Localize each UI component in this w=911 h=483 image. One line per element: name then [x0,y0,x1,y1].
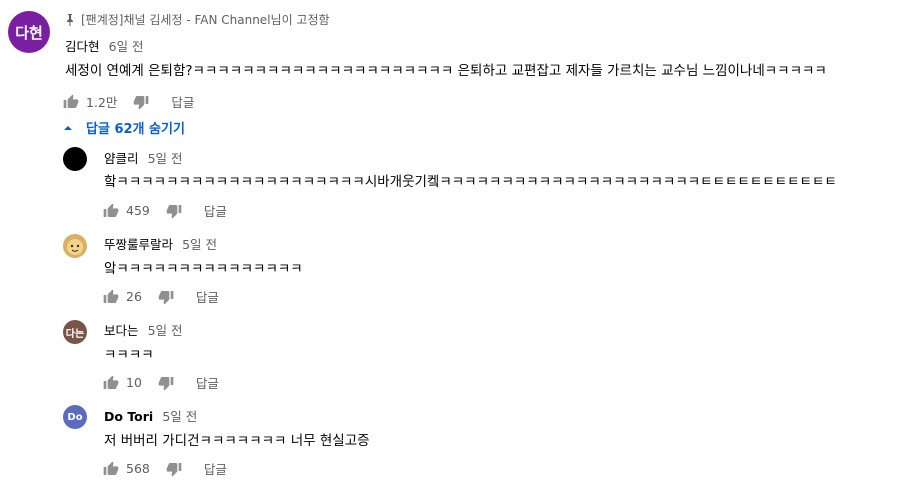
reply-button[interactable]: 답글 [204,459,227,478]
like-icon[interactable] [63,94,79,110]
reply-avatar[interactable]: 다는 [63,320,87,344]
dislike-icon[interactable] [158,375,174,391]
reply-button[interactable]: 답글 [196,287,219,306]
reply-avatar[interactable] [63,147,87,171]
reply-header: 얌클리 5일 전 [104,148,183,167]
reply-author[interactable]: Do Tori [104,409,153,424]
reply-actions: 568 답글 [103,459,227,478]
reply-button[interactable]: 답글 [196,373,219,392]
reply-header: 뚜짱룰루랄라 5일 전 [104,234,217,253]
reply-header: Do Tori 5일 전 [104,406,197,425]
reply-avatar[interactable]: Do [63,405,87,429]
reply-author[interactable]: 보다는 [104,323,139,338]
comment-actions: 1.2만 답글 [63,92,194,111]
like-icon[interactable] [103,203,119,219]
reply-text: ㅋㅋㅋㅋ [104,347,154,363]
reply-button[interactable]: 답글 [171,92,194,111]
comment-time[interactable]: 6일 전 [109,39,144,54]
reply-header: 보다는 5일 전 [104,320,183,339]
like-icon[interactable] [103,375,119,391]
comment-header: 김다현 6일 전 [65,36,144,55]
reply-text: 핰ㅋㅋㅋㅋㅋㅋㅋㅋㅋㅋㅋㅋㅋㅋㅋㅋㅋㅋㅋㅋ시바개웃기켘ㅋㅋㅋㅋㅋㅋㅋㅋㅋㅋㅋㅋㅋ… [104,174,837,190]
reply-actions: 459 답글 [103,201,227,220]
cartoon-face-icon [63,234,87,258]
reply-time[interactable]: 5일 전 [182,237,217,252]
chevron-up-icon [64,125,72,130]
like-icon[interactable] [103,461,119,477]
reply-time[interactable]: 5일 전 [148,151,183,166]
reply-actions: 26 답글 [103,287,219,306]
like-icon[interactable] [103,289,119,305]
like-count: 26 [126,289,142,304]
hide-replies-button[interactable]: 답글 62개 숨기기 [62,118,185,137]
pin-icon [67,13,73,26]
like-count: 568 [126,461,150,476]
reply-text: 앜ㅋㅋㅋㅋㅋㅋㅋㅋㅋㅋㅋㅋㅋㅋㅋ [104,261,303,277]
dislike-icon[interactable] [133,94,149,110]
comment-avatar[interactable]: 다현 [8,11,50,53]
reply-button[interactable]: 답글 [204,201,227,220]
reply-author[interactable]: 뚜짱룰루랄라 [104,237,173,252]
like-count: 10 [126,375,142,390]
reply-author[interactable]: 얌클리 [104,151,139,166]
reply-text: 저 버버리 가디건ㅋㅋㅋㅋㅋㅋㅋ 너무 현실고증 [104,433,370,449]
like-count: 1.2만 [86,95,118,110]
dislike-icon[interactable] [166,203,182,219]
pinned-text: [팬계정]채널 김세정 - FAN Channel님이 고정함 [81,13,330,27]
like-count: 459 [126,203,150,218]
comment-text: 세정이 연예계 은퇴함?ㅋㅋㅋㅋㅋㅋㅋㅋㅋㅋㅋㅋㅋㅋㅋㅋㅋㅋㅋㅋㅋ 은퇴하고 교… [65,63,827,79]
reply-avatar[interactable] [63,234,87,258]
reply-time[interactable]: 5일 전 [148,323,183,338]
dislike-icon[interactable] [166,461,182,477]
reply-actions: 10 답글 [103,373,219,392]
reply-time[interactable]: 5일 전 [162,409,197,424]
pinned-label: [팬계정]채널 김세정 - FAN Channel님이 고정함 [65,11,330,28]
dislike-icon[interactable] [158,289,174,305]
comment-author[interactable]: 김다현 [65,39,100,54]
hide-replies-label: 답글 62개 숨기기 [86,122,185,137]
